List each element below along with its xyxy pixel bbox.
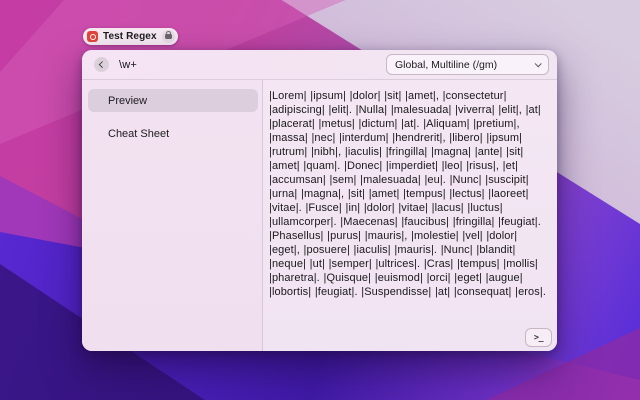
- flags-dropdown[interactable]: Global, Multiline (/gm): [386, 54, 549, 75]
- preview-pane: |Lorem| |ipsum| |dolor| |sit| |amet|, |c…: [263, 80, 557, 351]
- test-regex-tab-pill[interactable]: Test Regex: [83, 28, 178, 45]
- chevron-left-icon: [99, 61, 105, 67]
- terminal-prompt-icon: >_: [534, 333, 543, 343]
- console-button[interactable]: >_: [525, 328, 552, 347]
- regex-pattern-field[interactable]: \w+: [119, 59, 137, 71]
- sidebar-item-label: Preview: [108, 95, 147, 107]
- regex-match-preview-text[interactable]: |Lorem| |ipsum| |dolor| |sit| |amet|, |c…: [263, 80, 557, 299]
- sidebar-item-cheat-sheet[interactable]: Cheat Sheet: [88, 122, 258, 145]
- back-button[interactable]: [94, 57, 109, 72]
- flags-dropdown-value: Global, Multiline (/gm): [395, 59, 497, 71]
- lock-icon: [165, 34, 172, 39]
- chevron-down-icon: [535, 60, 542, 67]
- lock-button[interactable]: [162, 30, 175, 43]
- sidebar-item-preview[interactable]: Preview: [88, 89, 258, 112]
- record-app-icon: [87, 31, 98, 42]
- tab-title: Test Regex: [103, 31, 157, 42]
- sidebar-item-label: Cheat Sheet: [108, 128, 169, 140]
- window-body: Preview Cheat Sheet |Lorem| |ipsum| |dol…: [82, 80, 557, 351]
- sidebar: Preview Cheat Sheet: [82, 80, 263, 351]
- regex-tester-window: \w+ Global, Multiline (/gm) Preview Chea…: [82, 50, 557, 351]
- toolbar: \w+ Global, Multiline (/gm): [82, 50, 557, 80]
